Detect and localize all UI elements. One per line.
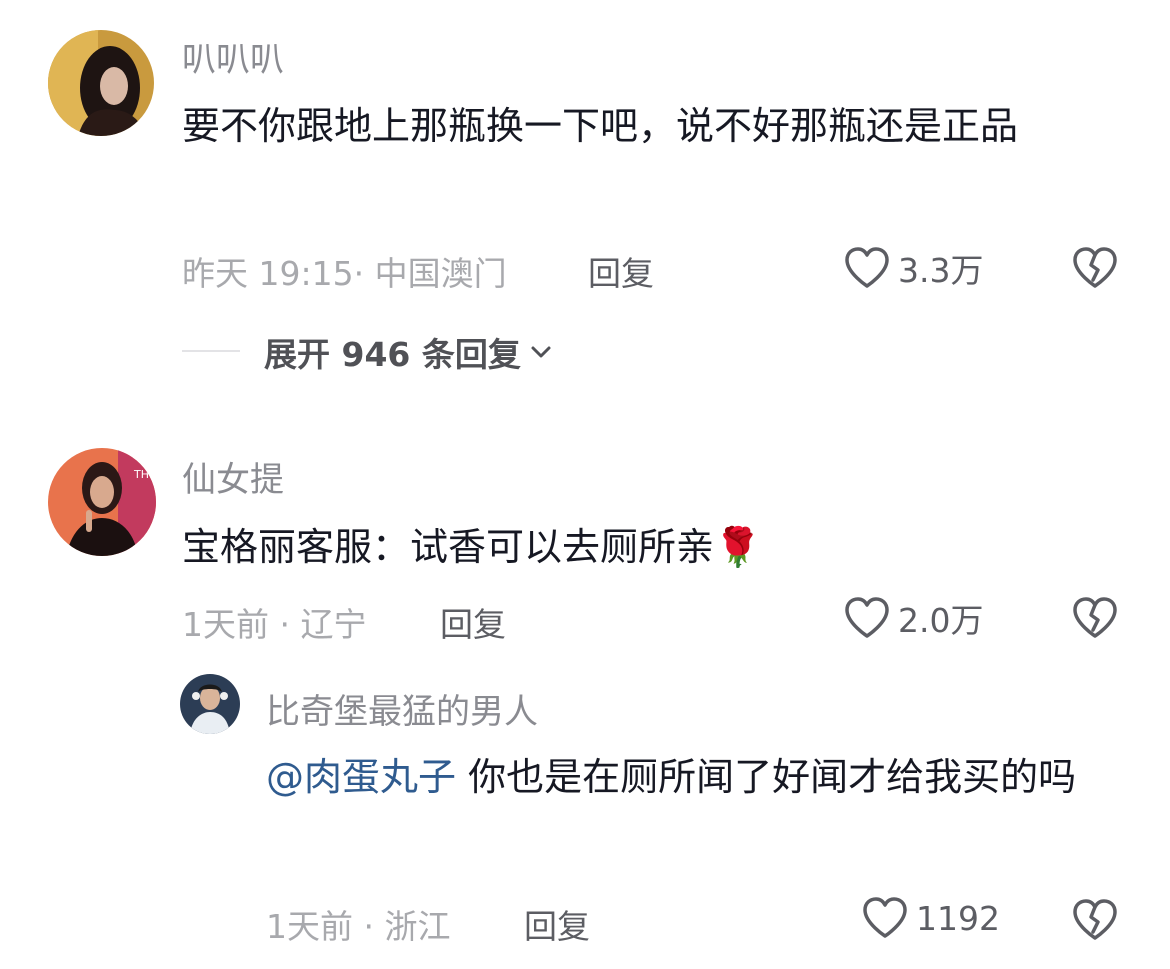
broken-heart-icon: [1073, 247, 1117, 288]
like-count: 2.0万: [898, 601, 984, 640]
like-button[interactable]: 2.0万: [844, 594, 983, 642]
expand-replies-button[interactable]: 展开 946 条回复: [264, 328, 553, 376]
like-count: 1192: [916, 898, 1000, 938]
comment-meta: 昨天 19:15· 中国澳门: [182, 254, 507, 293]
like-button[interactable]: 1192: [862, 896, 1000, 940]
rose-emoji: 🌹: [714, 525, 762, 569]
comment-text: 宝格丽客服：试香可以去厕所亲: [182, 525, 715, 569]
like-button[interactable]: 3.3万: [844, 244, 983, 292]
avatar[interactable]: [48, 30, 154, 136]
broken-heart-icon: [1073, 597, 1117, 638]
chevron-down-icon: [531, 346, 551, 358]
dislike-button[interactable]: [1072, 596, 1118, 640]
dislike-button[interactable]: [1072, 246, 1118, 290]
mention-link[interactable]: @肉蛋丸子: [266, 755, 456, 799]
broken-heart-icon: [1073, 899, 1117, 940]
comment-username[interactable]: 叭叭叭: [182, 32, 284, 81]
dislike-button[interactable]: [1072, 898, 1118, 942]
heart-outline-icon: [845, 597, 889, 638]
reply-meta: 1天前 · 浙江: [266, 907, 451, 946]
reply-button[interactable]: 回复: [588, 247, 654, 295]
avatar[interactable]: THE: [48, 448, 156, 556]
expand-replies-label: 展开 946 条回复: [264, 335, 521, 374]
reply-button[interactable]: 回复: [524, 900, 590, 948]
comment-text: 要不你跟地上那瓶换一下吧，说不好那瓶还是正品: [182, 104, 1019, 148]
divider: [182, 350, 240, 352]
reply-button[interactable]: 回复: [440, 598, 506, 646]
reply-text-row: @肉蛋丸子 你也是在厕所闻了好闻才给我买的吗: [266, 741, 1126, 813]
avatar[interactable]: [180, 674, 240, 734]
comment-username[interactable]: 仙女提: [182, 452, 284, 501]
reply-username[interactable]: 比奇堡最猛的男人: [266, 684, 538, 733]
svg-text:THE: THE: [133, 468, 156, 481]
comment-text-row: 宝格丽客服：试香可以去厕所亲🌹: [182, 511, 1122, 583]
comment-meta: 1天前 · 辽宁: [182, 605, 367, 644]
like-count: 3.3万: [898, 251, 984, 290]
heart-outline-icon: [863, 897, 907, 938]
heart-outline-icon: [845, 247, 889, 288]
reply-text: 你也是在厕所闻了好闻才给我买的吗: [456, 755, 1077, 799]
